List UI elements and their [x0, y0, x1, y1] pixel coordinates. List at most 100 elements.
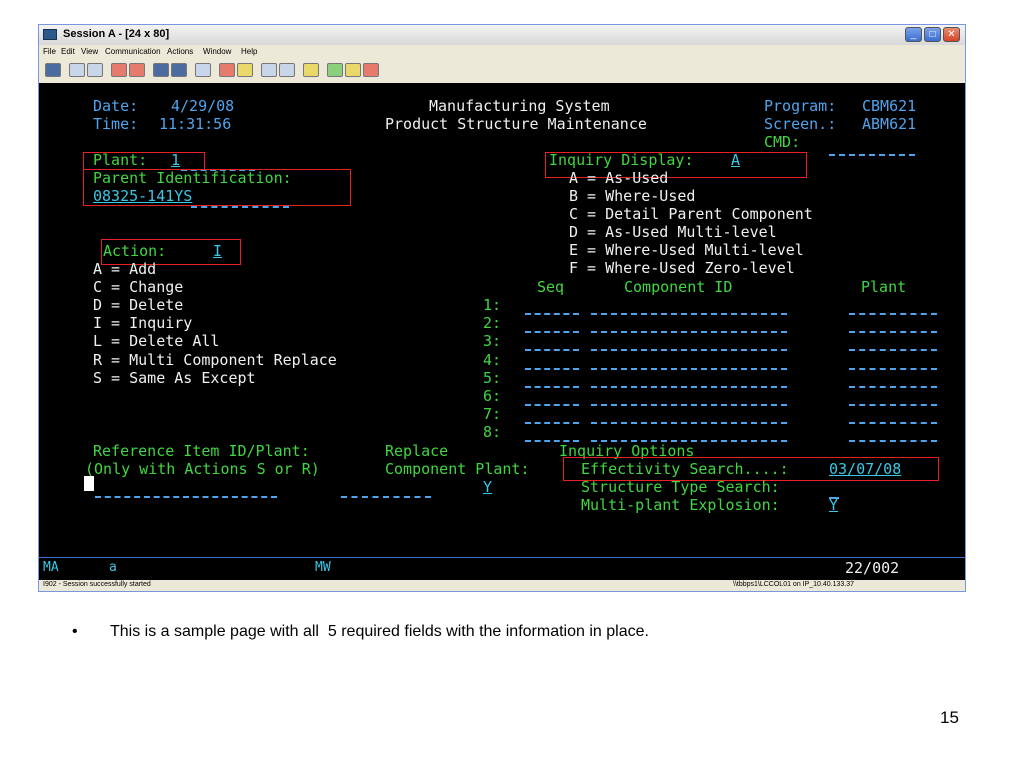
reference-note: (Only with Actions S or R) — [85, 460, 320, 478]
row-number: 5: — [483, 369, 502, 387]
oia-mode: a — [109, 560, 117, 575]
macro-icon[interactable] — [195, 63, 211, 77]
row-number: 4: — [483, 351, 502, 369]
menu-help[interactable]: Help — [241, 47, 257, 56]
row-number: 1: — [483, 296, 502, 314]
component-plant-label: Component Plant: — [385, 460, 530, 478]
inquiry-option: F = Where-Used Zero-level — [569, 259, 795, 277]
display-icon[interactable] — [153, 63, 169, 77]
seq-input[interactable] — [525, 422, 579, 424]
seq-input[interactable] — [525, 404, 579, 406]
stop-icon[interactable] — [261, 63, 277, 77]
transfer-alt-icon[interactable] — [303, 63, 319, 77]
seq-input[interactable] — [525, 386, 579, 388]
paste-icon[interactable] — [87, 63, 103, 77]
structure-type-label: Structure Type Search: — [581, 478, 780, 496]
inquiry-option: D = As-Used Multi-level — [569, 223, 777, 241]
date-value: 4/29/08 — [171, 97, 235, 115]
plant-cell-input[interactable] — [849, 313, 937, 315]
bullet-marker: • — [72, 623, 78, 640]
connection-info: \\tbbps1\LCCOL01 on IP_10.40.133.37 — [733, 581, 855, 588]
status-message: I902 - Session successfully started — [43, 581, 151, 588]
menu-window[interactable]: Window — [203, 47, 231, 56]
plant-cell-input[interactable] — [849, 422, 937, 424]
toolbar — [39, 61, 965, 81]
row-number: 6: — [483, 387, 502, 405]
reference-item-input[interactable] — [95, 496, 277, 498]
seq-input[interactable] — [525, 368, 579, 370]
clipboard-icon[interactable] — [327, 63, 343, 77]
print-screen-icon[interactable] — [45, 63, 61, 77]
seq-header: Seq — [537, 278, 565, 296]
plant-cell-input[interactable] — [849, 386, 937, 388]
seq-input[interactable] — [525, 313, 579, 315]
action-option: R = Multi Component Replace — [93, 351, 337, 369]
oia-separator — [39, 557, 965, 558]
display-alt-icon[interactable] — [171, 63, 187, 77]
record-icon[interactable] — [219, 63, 235, 77]
action-option: I = Inquiry — [93, 314, 193, 332]
cmd-input[interactable] — [829, 154, 915, 156]
plant-cell-input[interactable] — [849, 368, 937, 370]
color-icon[interactable] — [345, 63, 361, 77]
menu-actions[interactable]: Actions — [167, 47, 193, 56]
row-number: 3: — [483, 332, 502, 350]
component-id-input[interactable] — [591, 349, 787, 351]
component-id-input[interactable] — [591, 422, 787, 424]
plant-cell-input[interactable] — [849, 440, 937, 442]
menu-bar: File Edit View Communication Actions Win… — [39, 45, 965, 59]
plant-cell-input[interactable] — [849, 404, 937, 406]
cursor-position: 22/002 — [845, 559, 900, 577]
component-plant-input[interactable]: Y — [483, 478, 492, 496]
plant-cell-input[interactable] — [849, 331, 937, 333]
menu-communication[interactable]: Communication — [105, 47, 161, 56]
row-number: 7: — [483, 405, 502, 423]
receive-icon[interactable] — [129, 63, 145, 77]
slide-caption: This is a sample page with all 5 require… — [110, 623, 649, 640]
component-id-input[interactable] — [591, 386, 787, 388]
program-label: Program: — [764, 97, 837, 115]
edit-icon[interactable] — [363, 63, 379, 77]
menu-edit[interactable]: Edit — [61, 47, 75, 56]
component-id-header: Component ID — [624, 278, 733, 296]
inquiry-option: C = Detail Parent Component — [569, 205, 813, 223]
minimize-button[interactable]: _ — [905, 27, 922, 42]
session-icon — [43, 29, 57, 40]
screen-title: Product Structure Maintenance — [385, 115, 647, 133]
component-id-input[interactable] — [591, 313, 787, 315]
action-option: C = Change — [93, 278, 184, 296]
row-number: 2: — [483, 314, 502, 332]
reference-plant-input[interactable] — [341, 496, 431, 498]
window-title: Session A - [24 x 80] — [63, 28, 170, 40]
inquiry-option: B = Where-Used — [569, 187, 696, 205]
component-id-input[interactable] — [591, 404, 787, 406]
oia-status: MA — [43, 560, 59, 575]
seq-input[interactable] — [525, 331, 579, 333]
action-option: D = Delete — [93, 296, 184, 314]
action-option: S = Same As Except — [93, 369, 256, 387]
close-button[interactable]: ✕ — [943, 27, 960, 42]
multi-plant-label: Multi-plant Explosion: — [581, 496, 780, 514]
menu-view[interactable]: View — [81, 47, 98, 56]
row-number: 8: — [483, 423, 502, 441]
maximize-button[interactable]: □ — [924, 27, 941, 42]
transfer-icon[interactable] — [279, 63, 295, 77]
oia-mw: MW — [315, 560, 331, 575]
plant-cell-input[interactable] — [849, 349, 937, 351]
multi-plant-input[interactable]: Y — [829, 496, 838, 514]
inquiry-option: A = As-Used — [569, 169, 669, 187]
action-option: L = Delete All — [93, 332, 220, 350]
copy-icon[interactable] — [69, 63, 85, 77]
plant-highlight-box — [83, 152, 205, 170]
play-icon[interactable] — [237, 63, 253, 77]
send-icon[interactable] — [111, 63, 127, 77]
terminal-screen[interactable]: Date: 4/29/08 Time: 11:31:56 Manufacturi… — [39, 83, 965, 580]
date-label: Date: — [93, 97, 139, 115]
component-id-input[interactable] — [591, 368, 787, 370]
menu-file[interactable]: File — [43, 47, 56, 56]
seq-input[interactable] — [525, 349, 579, 351]
component-id-input[interactable] — [591, 331, 787, 333]
inquiry-option: E = Where-Used Multi-level — [569, 241, 804, 259]
parent-id-underline[interactable] — [191, 206, 289, 208]
reference-item-label: Reference Item ID/Plant: — [93, 442, 310, 460]
